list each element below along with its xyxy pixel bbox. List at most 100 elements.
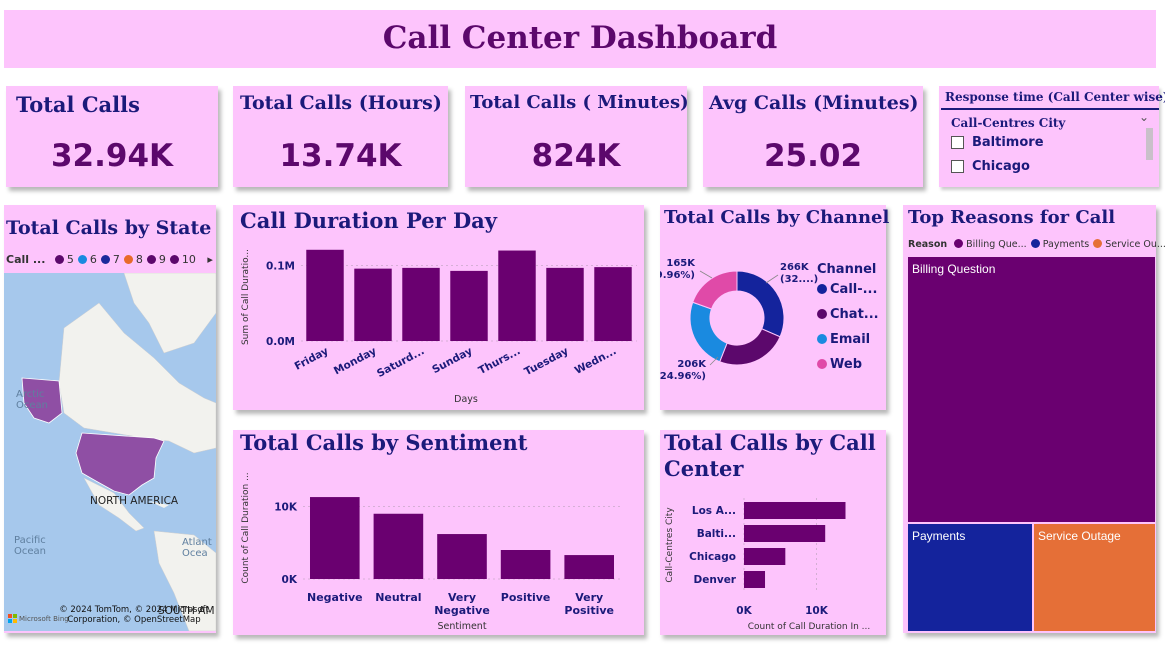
donut-slice[interactable] <box>736 270 785 338</box>
data-label: (24.96%) <box>660 371 706 382</box>
y-axis-title: Call-Centres City <box>665 507 675 583</box>
duration-per-day-card: Call Duration Per Day 0.0M 0.1M Friday Mond… <box>233 205 644 410</box>
map-credits[interactable]: © 2024 TomTom, © 2024 Microsoft Corporat… <box>54 605 214 625</box>
reasons-legend-label: Payments <box>1042 239 1090 250</box>
y-axis-title: Sum of Call Duratio... <box>241 249 251 345</box>
slicer-field-label: Call-Centres City <box>951 116 1066 130</box>
calls-by-channel-chart[interactable]: 266K(32....) 206K(24.96%) 165K(19.96%) Chan… <box>660 205 886 410</box>
legend-label: Chat... <box>830 307 879 322</box>
data-label: (19.96%) <box>660 270 695 281</box>
slicer-scrollbar[interactable] <box>1146 128 1153 160</box>
kpi-total-calls[interactable]: Total Calls 32.94K <box>6 86 218 187</box>
map-title: Total Calls by State <box>6 217 212 239</box>
x-tick-label: Saturd... <box>375 345 426 380</box>
map-legend-label: 10 <box>181 253 196 266</box>
map-card: Total Calls by State Call ... 5 6 7 8 9 10 ▸ … <box>4 205 216 633</box>
map-legend-item[interactable]: 8 <box>123 253 143 266</box>
slicer-divider <box>941 108 1159 110</box>
treemap-tile-label: Payments <box>912 529 966 543</box>
x-tick-label: Neutral <box>375 591 421 604</box>
donut-slice[interactable] <box>692 270 738 310</box>
leader-line <box>699 270 713 279</box>
bar[interactable] <box>354 268 392 341</box>
bar[interactable] <box>744 502 846 519</box>
reasons-legend-item[interactable]: Billing Que... <box>954 239 1027 250</box>
data-label: 266K <box>780 262 810 273</box>
page-title: Call Center Dashboard <box>382 20 778 56</box>
bar[interactable] <box>373 513 424 579</box>
reasons-legend-item[interactable]: Payments <box>1030 239 1090 250</box>
x-tick-label: Sunday <box>430 345 474 376</box>
map-label-north-america: NORTH AMERICA <box>90 495 179 507</box>
slicer-item-chicago[interactable]: Chicago <box>951 157 1030 175</box>
chevron-down-icon[interactable]: ⌄ <box>1139 110 1149 124</box>
donut-slice[interactable] <box>689 301 728 363</box>
city-slicer[interactable]: Response time (Call Center wise) Call-Ce… <box>939 86 1165 187</box>
x-tick-label: Thurs... <box>477 345 523 377</box>
map-legend-item[interactable]: 6 <box>77 253 97 266</box>
chevron-right-icon[interactable]: ▸ <box>207 253 213 266</box>
y-axis-title: Count of Call Duration ... <box>241 472 251 583</box>
calls-by-sentiment-chart[interactable]: 0K 10K Negative Neutral Very Negative Positive… <box>233 430 644 635</box>
slicer-field-dropdown[interactable]: Call-Centres City ⌄ <box>951 110 1151 130</box>
x-tick-label: Tuesday <box>522 345 570 378</box>
map-legend-item[interactable]: 10 <box>169 253 196 266</box>
bar[interactable] <box>498 250 536 341</box>
kpi-avg-minutes-value: 25.02 <box>763 138 863 174</box>
y-tick-label: 0.1M <box>266 261 295 273</box>
treemap-tile[interactable]: Billing Question <box>908 257 1155 522</box>
calls-by-channel-card: Total Calls by Channel 266K (32....) 206K(… <box>660 205 889 410</box>
map-legend-label: 8 <box>135 253 143 266</box>
legend-dot-icon <box>817 309 827 319</box>
bar[interactable] <box>594 267 632 341</box>
map-legend-label: 5 <box>66 253 74 266</box>
map-label-pacific: Pacific Ocean <box>14 535 46 557</box>
bar[interactable] <box>309 497 360 579</box>
duration-per-day-chart[interactable]: 0.0M 0.1M Friday MondaySaturd... Sunday Thurs… <box>233 205 644 410</box>
map-legend-label: 7 <box>112 253 120 266</box>
kpi-total-calls-value: 32.94K <box>50 138 174 174</box>
map-legend-item[interactable]: 9 <box>146 253 166 266</box>
y-tick-label: Chicago <box>689 551 736 563</box>
bar[interactable] <box>306 249 344 341</box>
bar[interactable] <box>564 555 615 579</box>
map-visual[interactable]: Arctic Ocean NORTH AMERICA Pacific Ocean A… <box>4 273 216 631</box>
y-tick-label: Denver <box>694 574 737 586</box>
bar[interactable] <box>402 267 440 341</box>
reasons-legend-item[interactable]: Service Ou... <box>1093 239 1165 250</box>
bar[interactable] <box>546 267 584 341</box>
bar[interactable] <box>437 534 487 579</box>
x-tick-label: Very Negative <box>434 591 490 617</box>
kpi-total-hours[interactable]: Total Calls (Hours) 13.74K <box>233 86 448 187</box>
bar[interactable] <box>744 525 826 542</box>
checkbox-icon[interactable] <box>951 159 964 173</box>
slicer-item-baltimore[interactable]: Baltimore <box>951 133 1044 151</box>
bar[interactable] <box>450 270 488 341</box>
windows-logo-icon <box>8 614 17 623</box>
donut-slice[interactable] <box>719 328 781 366</box>
x-tick-label: Monday <box>332 345 379 377</box>
bar[interactable] <box>744 548 786 565</box>
bar[interactable] <box>744 571 766 588</box>
treemap-tile-label: Billing Question <box>912 262 996 276</box>
map-legend-item[interactable]: 7 <box>100 253 120 266</box>
calls-by-center-chart[interactable]: 0K 10K Los A... Balti... Chicago Denver Count … <box>660 430 886 635</box>
treemap-tile[interactable]: Service Outage <box>1034 524 1155 631</box>
kpi-avg-minutes[interactable]: Avg Calls (Minutes) 25.02 <box>703 86 923 187</box>
treemap-tile[interactable]: Payments <box>908 524 1032 631</box>
checkbox-icon[interactable] <box>951 135 964 149</box>
legend-dot-icon <box>77 255 87 264</box>
map-svg: Arctic Ocean NORTH AMERICA Pacific Ocean A… <box>14 273 216 631</box>
legend-dot-icon <box>817 284 827 294</box>
legend-dot-icon <box>817 334 827 344</box>
legend-dot-icon <box>100 255 110 264</box>
kpi-total-minutes[interactable]: Total Calls ( Minutes) 824K <box>465 86 689 187</box>
x-tick-label: Very Positive <box>564 591 614 617</box>
map-legend: Call ... 5 6 7 8 9 10 ▸ <box>6 253 213 266</box>
kpi-total-minutes-label: Total Calls ( Minutes) <box>470 92 689 113</box>
bar[interactable] <box>500 550 551 579</box>
map-legend-item[interactable]: 5 <box>54 253 74 266</box>
y-tick-label: 0.0M <box>266 336 295 348</box>
reasons-treemap[interactable]: Billing Question Payments Service Outage <box>908 257 1155 633</box>
legend-dot-icon <box>146 255 156 264</box>
